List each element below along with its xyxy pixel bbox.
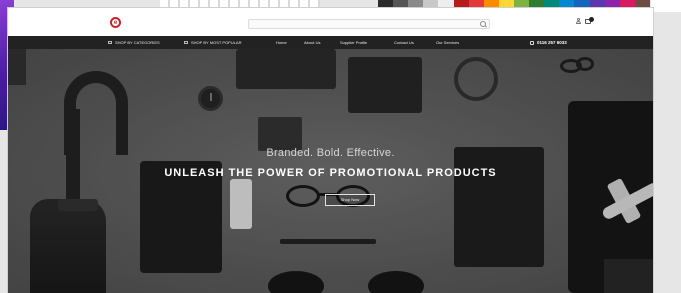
logo-mark-icon: e <box>110 17 121 28</box>
site-header: e <box>8 8 653 36</box>
hero-banner: Branded. Bold. Effective. UNLEASH THE PO… <box>8 49 653 293</box>
phone-icon <box>530 40 534 45</box>
background-right-panel <box>651 0 681 12</box>
search-icon[interactable] <box>480 21 486 27</box>
phone-number[interactable]: 0116 257 6033 <box>530 36 567 49</box>
website-page: e SHOP BY CATEGORIES SHOP BY MOST POPULA… <box>8 8 653 293</box>
nav-supplier-profile[interactable]: Supplier Profile <box>340 36 367 49</box>
main-nav: SHOP BY CATEGORIES SHOP BY MOST POPULAR … <box>8 36 653 49</box>
search-bar <box>248 19 490 36</box>
shop-now-button[interactable]: Shop Now <box>325 194 375 206</box>
menu-icon <box>184 41 188 45</box>
hero-headline: UNLEASH THE POWER OF PROMOTIONAL PRODUCT… <box>164 167 497 179</box>
nav-contact-us[interactable]: Contact Us <box>394 36 414 49</box>
nav-about-us[interactable]: About Us <box>304 36 320 49</box>
menu-icon <box>108 41 112 45</box>
background-stripes <box>160 0 320 8</box>
nav-home[interactable]: Home <box>276 36 287 49</box>
account-icon-body <box>576 21 581 24</box>
nav-label: SHOP BY CATEGORIES <box>115 40 160 45</box>
hero-tagline: Branded. Bold. Effective. <box>266 147 395 159</box>
nav-our-services[interactable]: Our Services <box>436 36 459 49</box>
site-logo[interactable]: e <box>110 17 124 28</box>
phone-text: 0116 257 6033 <box>537 40 567 45</box>
cart-count-badge <box>589 17 594 22</box>
search-input[interactable] <box>249 27 475 36</box>
account-icon[interactable] <box>576 18 581 25</box>
nav-shop-by-most-popular[interactable]: SHOP BY MOST POPULAR <box>184 36 241 49</box>
nav-shop-by-categories[interactable]: SHOP BY CATEGORIES <box>108 36 160 49</box>
cart-icon[interactable] <box>585 17 594 25</box>
nav-label: SHOP BY MOST POPULAR <box>191 40 242 45</box>
